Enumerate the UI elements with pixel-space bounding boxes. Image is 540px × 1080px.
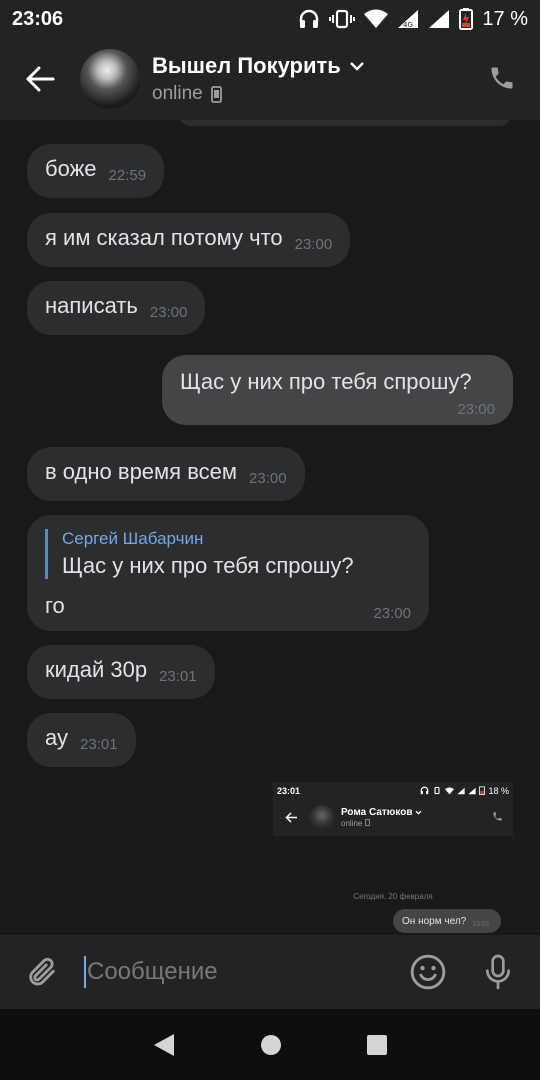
message-text: кидай 30р xyxy=(45,657,148,682)
call-button[interactable] xyxy=(488,64,518,94)
online-status: online xyxy=(152,83,203,104)
reply-text: Щас у них про тебя спрошу? xyxy=(62,553,354,578)
message-bubble[interactable]: боже 22:59 xyxy=(27,144,165,198)
battery-icon xyxy=(479,786,486,795)
message-time: 23:00 xyxy=(373,605,411,622)
message-time: 23:00 xyxy=(149,304,188,321)
screenshot-avatar xyxy=(309,804,335,831)
message-time: 23:00 xyxy=(294,236,333,253)
signal-icon xyxy=(468,787,477,794)
nav-recents-icon[interactable] xyxy=(366,1034,388,1056)
screenshot-battery: 18 % xyxy=(488,785,509,796)
message-text: Щас у них про тебя спрошу? xyxy=(180,369,472,394)
chat-title-block[interactable]: Вышел Покурить online xyxy=(152,53,365,105)
message-input[interactable]: Сообщение xyxy=(84,935,400,1009)
message-text: написать xyxy=(45,293,138,318)
message-text: я им сказал потому что xyxy=(45,225,283,250)
message-bubble[interactable]: ау 23:01 xyxy=(27,713,136,767)
screenshot-status-bar: 23:01 18 % xyxy=(273,782,513,799)
message-input-placeholder: Сообщение xyxy=(87,958,218,985)
message-bubble[interactable]: я им сказал потому что 23:00 xyxy=(27,213,351,267)
reply-author: Сергей Шабарчин xyxy=(62,529,204,548)
message-bubble[interactable]: кидай 30р 23:01 xyxy=(27,645,215,699)
screenshot-date-separator: Сегодня, 20 февраля xyxy=(353,892,433,901)
vibrate-icon xyxy=(329,9,356,29)
screenshot-header: Рома Сатюков online xyxy=(273,799,513,836)
screenshot-time: 23:01 xyxy=(277,785,301,796)
message-bubble[interactable]: написать 23:00 xyxy=(27,281,206,335)
message-text: в одно время всем xyxy=(45,459,237,484)
message-time: 23:01 xyxy=(80,736,118,753)
screenshot-message-text: Он норм чел? xyxy=(402,915,467,927)
phone-icon xyxy=(491,67,513,89)
message-time: 22:59 xyxy=(108,167,147,184)
nav-back-icon[interactable] xyxy=(152,1032,176,1058)
status-time: 23:06 xyxy=(12,7,64,30)
vibrate-icon xyxy=(434,786,440,795)
avatar[interactable] xyxy=(80,49,140,109)
signal-icon xyxy=(429,10,450,28)
image-attachment[interactable]: 23:01 18 % Рома Сатюков online Сегодня, … xyxy=(273,782,513,934)
mobile-device-icon xyxy=(364,819,370,826)
chevron-down-icon xyxy=(415,810,422,815)
chat-title: Вышел Покурить xyxy=(152,53,341,78)
message-time: 23:01 xyxy=(159,668,197,685)
battery-icon xyxy=(459,8,474,30)
mobile-device-icon xyxy=(210,85,222,103)
signal-icon xyxy=(457,787,466,794)
back-arrow-icon xyxy=(284,812,297,823)
screenshot-title: Рома Сатюков xyxy=(341,807,413,818)
chat-header: Вышел Покурить online xyxy=(0,38,540,120)
back-button[interactable] xyxy=(0,38,80,120)
emoji-button[interactable] xyxy=(400,953,456,991)
nav-home-icon[interactable] xyxy=(259,1033,283,1057)
message-bubble-outgoing[interactable]: Щас у них про тебя спрошу? 23:00 xyxy=(162,355,513,425)
phone-icon xyxy=(493,811,502,821)
text-cursor xyxy=(84,956,86,988)
message-list[interactable]: боже 22:59 я им сказал потому что 23:00 … xyxy=(0,120,540,935)
system-navigation-bar xyxy=(0,1009,540,1080)
message-bubble[interactable]: в одно время всем 23:00 xyxy=(27,447,305,501)
back-arrow-icon xyxy=(26,66,55,92)
wifi-icon xyxy=(364,9,389,28)
message-composer: Сообщение xyxy=(0,935,540,1009)
message-time: 23:00 xyxy=(457,401,495,418)
message-text: ау xyxy=(45,725,68,750)
smile-icon xyxy=(410,954,446,990)
headphones-icon xyxy=(421,786,429,795)
message-bubble-reply[interactable]: Сергей Шабарчин Щас у них про тебя спрош… xyxy=(27,515,429,631)
message-bubble-partial xyxy=(180,120,510,126)
signal-icon: 4G xyxy=(398,10,419,29)
attach-button[interactable] xyxy=(0,954,84,990)
wifi-icon xyxy=(445,786,455,794)
microphone-icon xyxy=(486,954,510,990)
status-bar: 23:06 4G 17 % xyxy=(0,0,540,38)
battery-level: 17 % xyxy=(482,7,528,30)
message-text: боже xyxy=(45,156,97,181)
message-time: 23:00 xyxy=(249,470,287,487)
headphones-icon xyxy=(300,9,319,28)
reply-quote[interactable]: Сергей Шабарчин Щас у них про тебя спрош… xyxy=(45,529,354,579)
screenshot-message: Он норм чел? 23:01 xyxy=(393,909,501,933)
screenshot-status: online xyxy=(341,819,363,828)
chevron-down-icon xyxy=(349,62,364,71)
voice-message-button[interactable] xyxy=(470,953,526,991)
screenshot-message-time: 23:01 xyxy=(472,920,490,928)
message-text: го xyxy=(45,593,65,618)
paperclip-icon xyxy=(29,957,55,986)
svg-text:4G: 4G xyxy=(403,21,413,29)
